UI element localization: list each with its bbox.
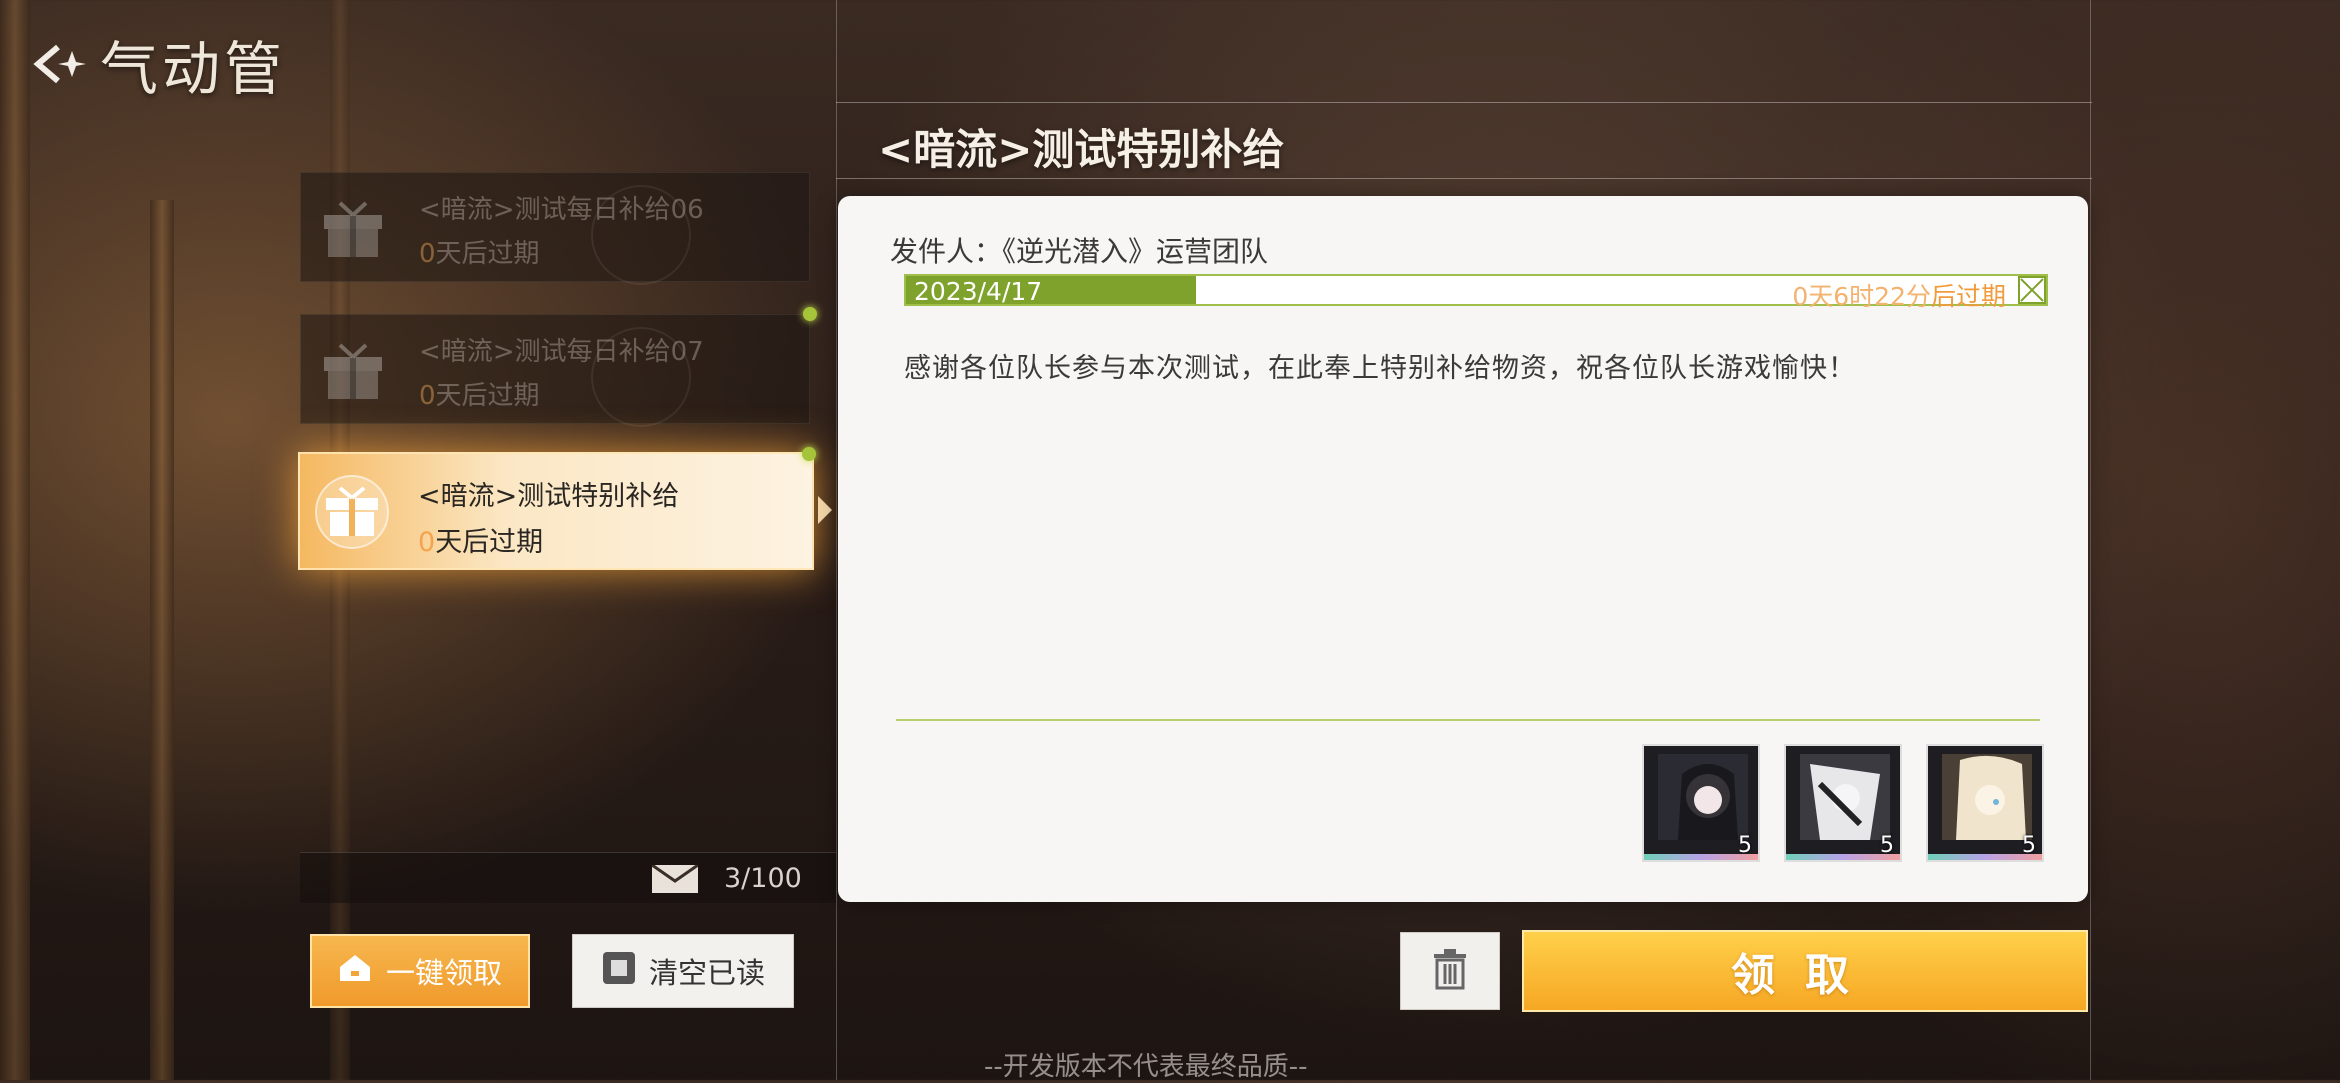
background-frame-line (836, 178, 2092, 179)
mail-list-item[interactable]: <暗流>测试每日补给06 0天后过期 (300, 172, 810, 285)
rarity-bar (1928, 854, 2042, 860)
dev-build-watermark: --开发版本不代表最终品质-- (984, 1052, 1308, 1082)
new-indicator-dot (803, 307, 817, 321)
background-frame-line (836, 102, 2092, 103)
character-card-art (1658, 754, 1748, 840)
mail-date: 2023/4/17 (914, 277, 1043, 306)
mail-expire: 0天后过期 (418, 520, 543, 559)
gift-box-icon (315, 191, 391, 267)
trash-icon (1432, 948, 1468, 994)
mail-body: 感谢各位队长参与本次测试，在此奉上特别补给物资，祝各位队长游戏愉快！ (904, 353, 1856, 384)
mail-list-item-selected[interactable]: <暗流>测试特别补给 0天后过期 (298, 452, 814, 570)
back-arrow-icon[interactable] (28, 39, 86, 89)
selection-arrow-icon (818, 496, 832, 524)
clear-read-button[interactable]: 清空已读 (572, 934, 794, 1008)
reward-item[interactable]: 5 (1784, 744, 1902, 862)
mail-expire-days: 0 (418, 527, 436, 558)
mail-expire-days: 0 (419, 381, 436, 411)
clear-icon (601, 950, 637, 993)
read-check-icon (591, 185, 691, 285)
background-pipe (150, 200, 174, 1080)
mail-detail-panel: 发件人：《逆光潜入》运营团队 2023/4/17 0天6时22分后过期 感谢各位… (838, 196, 2088, 902)
new-indicator-dot (802, 447, 816, 461)
mail-count: 3/100 (724, 863, 802, 894)
mail-expire: 0天后过期 (419, 233, 540, 270)
background-frame-line (836, 0, 837, 1080)
background-pipe (0, 0, 30, 1080)
close-box-icon (2018, 276, 2046, 304)
mail-title: <暗流>测试特别补给 (418, 481, 680, 512)
mail-list-item[interactable]: <暗流>测试每日补给07 0天后过期 (300, 314, 810, 427)
divider (896, 719, 2040, 721)
page-title: 气动管 (100, 35, 287, 103)
claim-button[interactable]: 领取 (1522, 930, 2088, 1012)
background-frame-line (2090, 0, 2091, 1080)
mail-count-bar: 3/100 (300, 852, 836, 903)
gift-box-icon (315, 333, 391, 409)
expire-suffix: 后过期 (1930, 282, 2006, 311)
claim-all-label: 一键领取 (385, 956, 502, 990)
character-card-art (1800, 754, 1890, 840)
expiry-progress-bar: 2023/4/17 0天6时22分后过期 (904, 274, 2048, 311)
envelope-icon (651, 863, 699, 897)
rarity-bar (1786, 854, 1900, 860)
claim-all-button[interactable]: 一键领取 (310, 934, 530, 1008)
read-check-icon (591, 327, 691, 427)
reward-item[interactable]: 5 (1926, 744, 2044, 862)
character-card-art (1942, 754, 2032, 840)
mail-expire-countdown: 0天6时22分后过期 (1792, 277, 2006, 313)
clear-read-label: 清空已读 (648, 956, 765, 990)
mail-detail-title: <暗流>测试特别补给 (878, 125, 1285, 174)
delete-button[interactable] (1400, 932, 1500, 1010)
inbox-icon (338, 953, 372, 990)
mail-expire-suffix: 天后过期 (435, 527, 544, 558)
rarity-bar (1644, 854, 1758, 860)
mail-expire-suffix: 天后过期 (435, 239, 540, 269)
expire-time: 0天6时22分 (1792, 282, 1931, 311)
reward-item[interactable]: 5 (1642, 744, 1760, 862)
mail-expire: 0天后过期 (419, 375, 540, 412)
mail-expire-days: 0 (419, 239, 436, 269)
gift-box-icon (314, 474, 390, 550)
mail-expire-suffix: 天后过期 (435, 381, 540, 411)
mail-sender: 发件人：《逆光潜入》运营团队 (890, 235, 1269, 268)
header: 气动管 (28, 22, 286, 106)
